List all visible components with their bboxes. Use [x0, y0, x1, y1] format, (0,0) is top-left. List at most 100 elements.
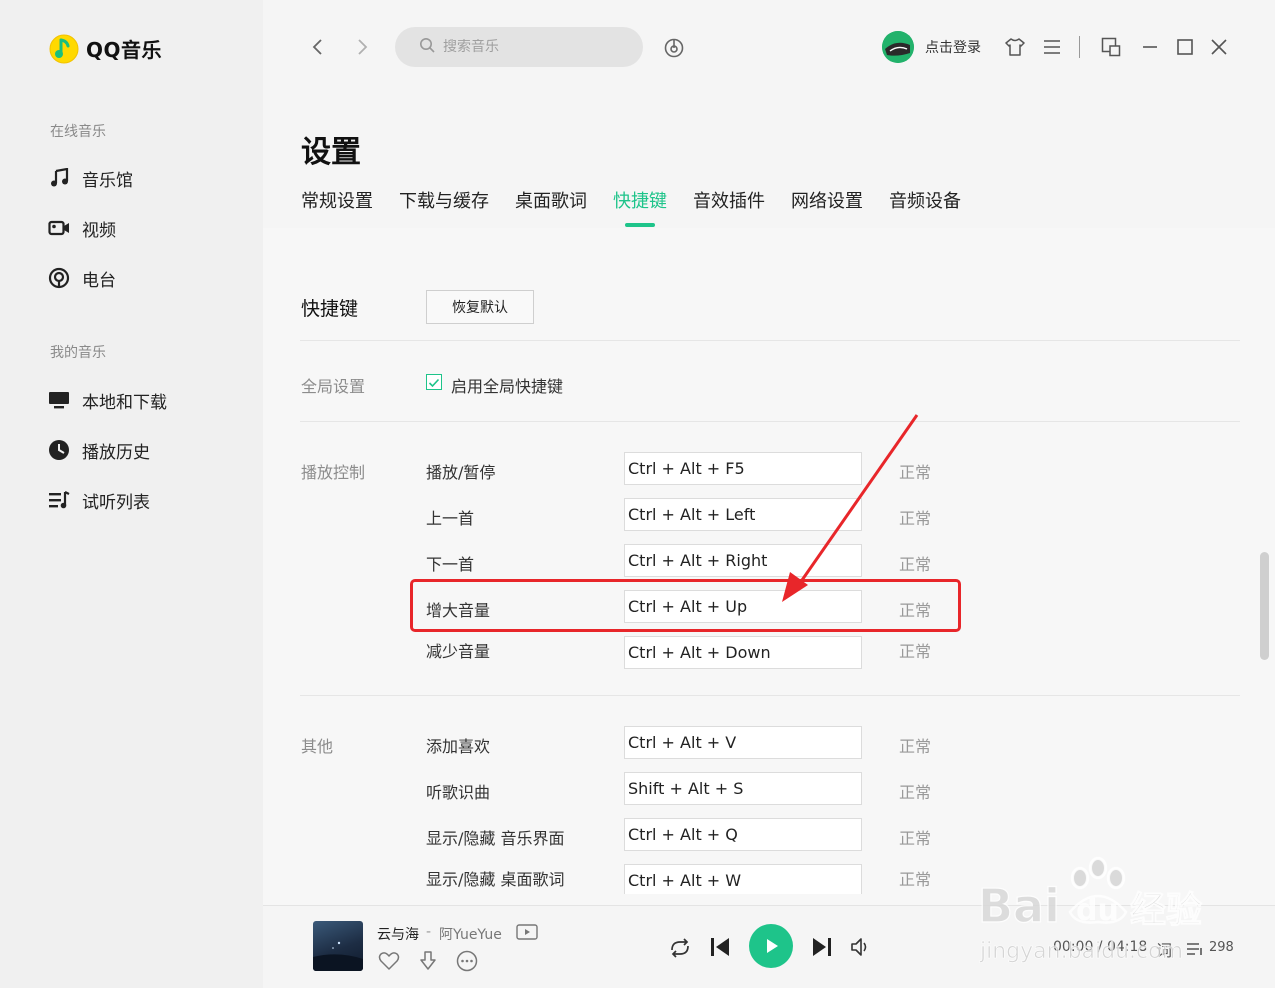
- sidebar-item-label: 电台: [82, 270, 116, 291]
- close-icon: [1211, 39, 1227, 55]
- shortcut-status: 正常: [899, 870, 932, 889]
- tab-desktop-lyrics[interactable]: 桌面歌词: [515, 187, 587, 227]
- section-my-music: 我的音乐: [50, 345, 106, 361]
- enable-global-shortcuts-label[interactable]: 启用全局快捷键: [451, 373, 563, 397]
- section-title-shortcuts: 快捷键: [301, 298, 359, 320]
- shortcut-action-next: 下一首: [426, 555, 475, 574]
- section-online-music: 在线音乐: [50, 124, 106, 140]
- avatar-image-icon: [882, 31, 914, 63]
- lyrics-button[interactable]: 词: [1156, 937, 1172, 961]
- tab-download-cache[interactable]: 下载与缓存: [399, 187, 489, 227]
- divider: [300, 340, 1240, 341]
- video-icon: [48, 217, 70, 239]
- shortcut-input-next[interactable]: Ctrl + Alt + Right: [624, 544, 862, 577]
- shortcut-action-play-pause: 播放/暂停: [426, 463, 496, 482]
- play-mode-button[interactable]: [666, 935, 694, 961]
- mini-mode-button[interactable]: [1099, 35, 1123, 59]
- shortcut-action-volume-down: 减少音量: [426, 642, 491, 661]
- song-separator: -: [426, 924, 432, 940]
- sidebar-item-video[interactable]: 视频: [48, 214, 116, 242]
- next-button[interactable]: [808, 933, 836, 961]
- heart-icon: [378, 952, 400, 970]
- mv-play-icon: [516, 924, 538, 940]
- album-cover[interactable]: [313, 921, 363, 971]
- sidebar-item-trial-list[interactable]: 试听列表: [48, 486, 150, 514]
- divider: [300, 421, 1240, 422]
- search-input[interactable]: [443, 39, 623, 55]
- shortcut-input-song-recognition[interactable]: Shift + Alt + S: [624, 772, 862, 805]
- sidebar-item-history[interactable]: 播放历史: [48, 436, 150, 464]
- mv-button[interactable]: [515, 922, 539, 942]
- song-recognition-icon: [664, 38, 684, 58]
- checkmark-icon: [428, 378, 440, 388]
- shortcut-input-toggle-lyrics[interactable]: Ctrl + Alt + W: [624, 864, 862, 894]
- group-label-other: 其他: [301, 737, 334, 756]
- search-bar[interactable]: [395, 27, 643, 67]
- radio-icon: [48, 267, 70, 289]
- maximize-button[interactable]: [1173, 35, 1197, 59]
- shortcut-action-toggle-lyrics: 显示/隐藏 桌面歌词: [426, 870, 565, 889]
- settings-header: 设置 常规设置 下载与缓存 桌面歌词 快捷键 音效插件 网络设置 音频设备: [263, 95, 1275, 228]
- shortcut-action-previous: 上一首: [426, 509, 475, 528]
- mini-player-icon: [1101, 37, 1121, 57]
- shortcut-input-previous[interactable]: Ctrl + Alt + Left: [624, 498, 862, 531]
- back-button[interactable]: [305, 33, 331, 61]
- playlist-button[interactable]: [1185, 940, 1205, 958]
- tab-audio-plugins[interactable]: 音效插件: [693, 187, 765, 227]
- main-menu-button[interactable]: [1040, 35, 1064, 59]
- music-note-icon: [48, 167, 70, 189]
- sidebar-item-local-download[interactable]: 本地和下载: [48, 386, 167, 414]
- play-button[interactable]: [749, 924, 793, 968]
- shortcut-status: 正常: [899, 555, 932, 574]
- sidebar-item-radio[interactable]: 电台: [48, 264, 116, 292]
- group-label-playback: 播放控制: [301, 463, 366, 482]
- history-icon: [48, 439, 70, 461]
- shortcut-input-play-pause[interactable]: Ctrl + Alt + F5: [624, 452, 862, 485]
- search-icon: [419, 37, 435, 57]
- enable-global-shortcuts-checkbox[interactable]: [426, 374, 442, 390]
- shortcut-action-song-recognition: 听歌识曲: [426, 783, 491, 802]
- sidebar-item-music-hall[interactable]: 音乐馆: [48, 164, 133, 192]
- content-scrollbar[interactable]: [1260, 552, 1269, 660]
- tab-general[interactable]: 常规设置: [301, 187, 373, 227]
- listen-identify-button[interactable]: [661, 34, 687, 60]
- avatar[interactable]: [882, 31, 914, 63]
- skip-next-icon: [813, 938, 831, 956]
- close-button[interactable]: [1207, 35, 1231, 59]
- like-button[interactable]: [376, 948, 402, 974]
- minimize-button[interactable]: [1138, 35, 1162, 59]
- chevron-left-icon: [312, 39, 322, 55]
- sidebar-item-label: 播放历史: [82, 442, 150, 463]
- shortcut-status: 正常: [899, 509, 932, 528]
- shortcut-action-volume-up: 增大音量: [426, 601, 491, 620]
- shortcut-input-add-favorite[interactable]: Ctrl + Alt + V: [624, 726, 862, 759]
- previous-button[interactable]: [706, 933, 734, 961]
- minimize-icon: [1143, 46, 1157, 48]
- song-title[interactable]: 云与海: [377, 924, 419, 944]
- shortcut-input-toggle-window[interactable]: Ctrl + Alt + Q: [624, 818, 862, 851]
- restore-default-button[interactable]: 恢复默认: [426, 290, 534, 324]
- sidebar-item-label: 本地和下载: [82, 392, 167, 413]
- skip-previous-icon: [711, 938, 729, 956]
- tab-network[interactable]: 网络设置: [791, 187, 863, 227]
- song-artist[interactable]: 阿YueYue: [439, 924, 502, 944]
- download-button[interactable]: [415, 948, 441, 974]
- tab-shortcuts[interactable]: 快捷键: [613, 187, 667, 227]
- login-link[interactable]: 点击登录: [925, 37, 981, 57]
- group-label-global: 全局设置: [301, 377, 366, 396]
- app-logo[interactable]: QQ音乐: [48, 32, 162, 64]
- volume-icon: [851, 938, 867, 956]
- tab-audio-device[interactable]: 音频设备: [889, 187, 961, 227]
- menu-icon: [1044, 40, 1060, 54]
- playlist-count: 298: [1209, 940, 1234, 955]
- skin-button[interactable]: [1003, 35, 1027, 59]
- volume-button[interactable]: [847, 934, 875, 960]
- page-title: 设置: [301, 135, 361, 170]
- shortcut-status: 正常: [899, 783, 932, 802]
- download-icon: [420, 951, 436, 970]
- shortcut-action-toggle-window: 显示/隐藏 音乐界面: [426, 829, 565, 848]
- forward-button[interactable]: [349, 33, 375, 61]
- shortcut-input-volume-up[interactable]: Ctrl + Alt + Up: [624, 590, 862, 623]
- shortcut-input-volume-down[interactable]: Ctrl + Alt + Down: [624, 636, 862, 669]
- more-button[interactable]: [454, 948, 480, 974]
